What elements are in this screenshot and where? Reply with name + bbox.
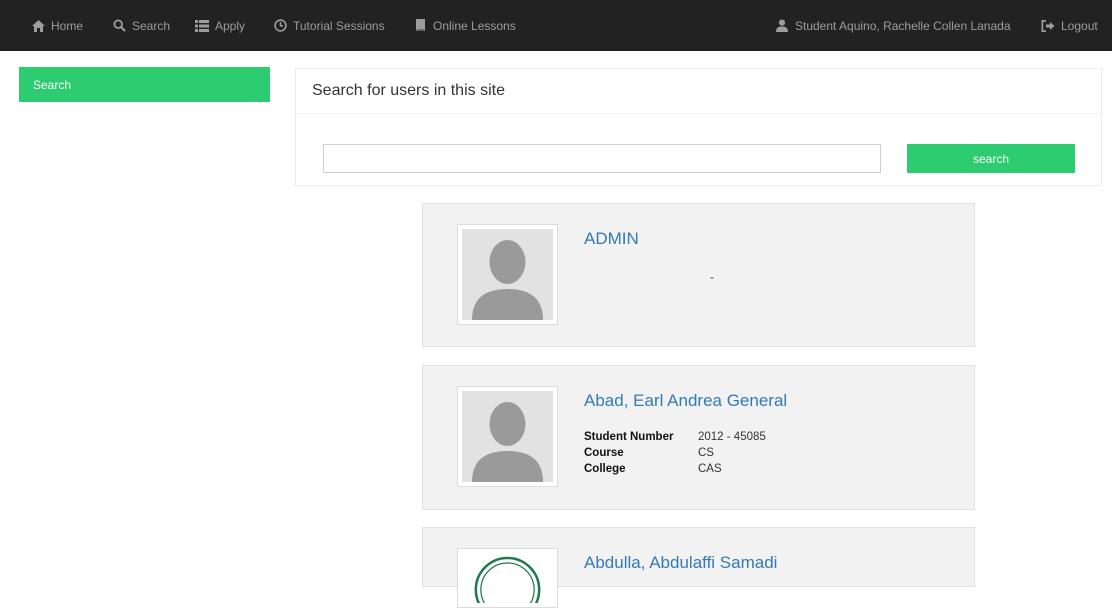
top-navbar: Home Search Apply Tutorial Sessions Onli… [0, 0, 1112, 51]
nav-logout[interactable]: Logout [1041, 0, 1098, 51]
home-icon [31, 19, 45, 33]
nav-home[interactable]: Home [31, 0, 83, 51]
nav-online-lessons-label: Online Lessons [433, 18, 516, 33]
search-panel-heading: Search for users in this site [296, 69, 1101, 114]
nav-online-lessons[interactable]: Online Lessons [413, 0, 516, 51]
info-value: 2012 - 45085 [698, 431, 766, 443]
nav-tutorial-sessions[interactable]: Tutorial Sessions [273, 0, 385, 51]
info-row-course: Course CS [584, 447, 714, 459]
search-icon [112, 19, 126, 33]
avatar [457, 224, 558, 325]
info-row-student-number: Student Number 2012 - 45085 [584, 431, 766, 443]
user-silhouette-icon [462, 229, 553, 320]
info-label: College [584, 463, 626, 475]
result-card: Abad, Earl Andrea General Student Number… [422, 365, 975, 510]
result-card: ADMIN - [422, 203, 975, 347]
result-card: Abdulla, Abdulaffi Samadi [422, 527, 975, 608]
avatar [457, 386, 558, 487]
search-input[interactable] [323, 144, 881, 173]
nav-user-label: Student Aquino, Rachelle Collen Lanada [795, 18, 1011, 33]
result-note: - [710, 270, 714, 284]
nav-search[interactable]: Search [112, 0, 170, 51]
info-value: CS [698, 447, 714, 459]
result-name-link[interactable]: Abad, Earl Andrea General [584, 391, 787, 411]
result-name-link[interactable]: Abdulla, Abdulaffi Samadi [584, 553, 777, 573]
info-label: Course [584, 447, 624, 459]
search-button[interactable]: search [907, 144, 1075, 173]
book-icon [413, 19, 427, 33]
nav-tutorial-sessions-label: Tutorial Sessions [293, 18, 385, 33]
sidebar-item-search[interactable]: Search [19, 67, 270, 102]
nav-apply-label: Apply [215, 18, 246, 33]
college-seal-icon [469, 553, 546, 603]
search-panel: Search for users in this site search [295, 68, 1102, 186]
info-value: CAS [698, 463, 722, 475]
clock-icon [273, 19, 287, 33]
user-silhouette-icon [462, 391, 553, 482]
info-label: Student Number [584, 431, 674, 443]
list-icon [195, 19, 209, 33]
user-icon [775, 19, 789, 33]
nav-logout-label: Logout [1061, 18, 1098, 33]
avatar [457, 548, 558, 608]
nav-home-label: Home [51, 18, 84, 33]
logout-icon [1041, 19, 1055, 33]
nav-apply[interactable]: Apply [195, 0, 245, 51]
result-name-link[interactable]: ADMIN [584, 229, 639, 249]
nav-search-label: Search [132, 18, 171, 33]
nav-user-profile[interactable]: Student Aquino, Rachelle Collen Lanada [775, 0, 1011, 51]
info-row-college: College CAS [584, 463, 722, 475]
